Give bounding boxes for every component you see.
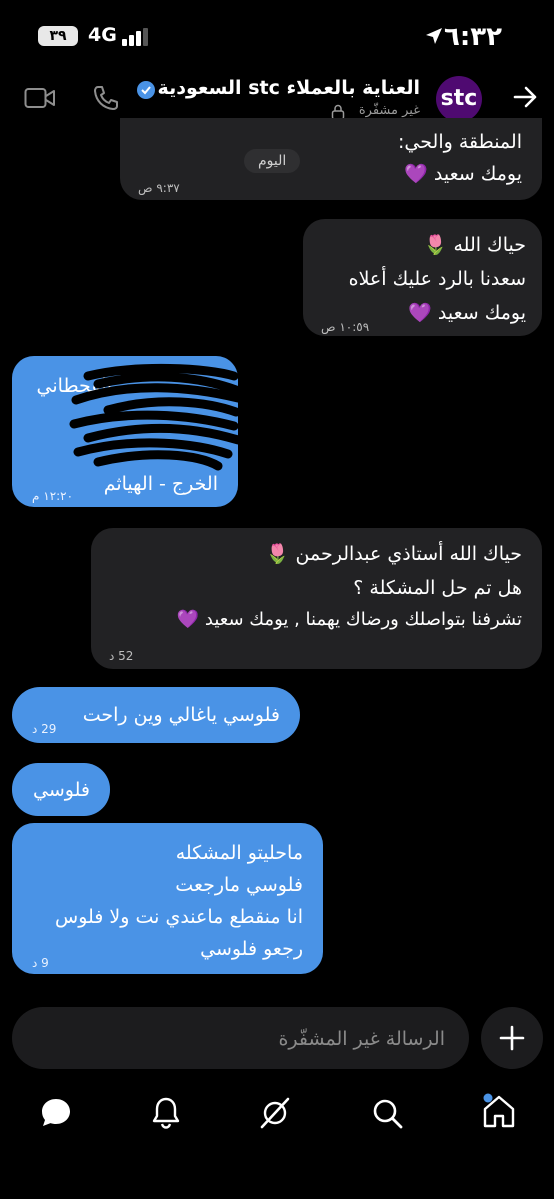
network-type: 4G [88, 24, 117, 46]
message-incoming[interactable]: حياك الله 🌷 سعدنا بالرد عليك أعلاه يومك … [303, 219, 542, 336]
avatar[interactable]: stc [436, 76, 482, 122]
search-icon[interactable] [370, 1096, 404, 1130]
message-text: تشرفنا بتواصلك ورضاك يهمنا , يومك سعيد 💜 [176, 609, 522, 630]
message-text: حياك الله أستاذي عبدالرحمن 🌷 [265, 543, 522, 565]
message-incoming[interactable]: المنطقة والحي: يومك سعيد 💜 ٩:٣٧ ص [120, 118, 542, 200]
date-separator: اليوم [244, 149, 301, 173]
message-time: ١٠:٥٩ ص [321, 320, 370, 334]
attach-button[interactable] [481, 1007, 543, 1069]
message-composer[interactable] [12, 1007, 469, 1071]
phone-icon[interactable] [92, 84, 120, 112]
grok-icon[interactable] [258, 1096, 292, 1130]
message-incoming[interactable]: حياك الله أستاذي عبدالرحمن 🌷 هل تم حل ال… [91, 528, 542, 669]
message-outgoing[interactable]: القحطاني الخرج - الهياثم ١٢:٢٠ م [12, 356, 238, 507]
message-text: فلوسي [33, 779, 90, 801]
message-text: رجعو فلوسي [200, 938, 303, 960]
encryption-status: غير مشفّرة [358, 103, 420, 118]
messages-icon[interactable] [39, 1096, 73, 1130]
message-time: ١٢:٢٠ م [32, 489, 74, 503]
message-time: ٩:٣٧ ص [138, 181, 180, 195]
message-text: هل تم حل المشكلة ؟ [353, 577, 522, 599]
chat-title[interactable]: العناية بالعملاء stc السعودية [158, 77, 420, 99]
message-text: فلوسي ياغالي وين راحت [82, 704, 280, 726]
redaction-scribble [69, 363, 238, 471]
location-arrow-icon [426, 28, 442, 44]
message-outgoing[interactable]: فلوسي ياغالي وين راحت 29 د [12, 687, 300, 743]
message-text: حياك الله 🌷 [423, 234, 526, 256]
message-outgoing[interactable]: فلوسي [12, 763, 110, 816]
message-text: انا منقطع ماعندي نت ولا فلوس [55, 906, 303, 928]
message-time: 52 د [109, 649, 134, 663]
message-time: 29 د [32, 722, 57, 736]
back-arrow-icon[interactable] [512, 84, 538, 110]
message-outgoing[interactable]: ماحليتو المشكله فلوسي مارجعت انا منقطع م… [12, 823, 323, 974]
home-icon[interactable] [480, 1092, 518, 1130]
message-text: المنطقة والحي: [398, 131, 522, 153]
notifications-icon[interactable] [150, 1096, 182, 1130]
message-text: الخرج - الهياثم [103, 473, 218, 495]
message-time: 9 د [32, 956, 49, 970]
battery-indicator: ٣٩ [38, 26, 78, 46]
plus-icon [499, 1025, 525, 1051]
status-bar: ٣٩ 4G ٦:٣٢ [0, 0, 554, 72]
verified-icon [137, 81, 155, 99]
message-text: يومك سعيد 💜 [408, 302, 526, 324]
signal-icon [122, 28, 148, 46]
video-icon[interactable] [24, 86, 56, 110]
message-input[interactable] [43, 1007, 447, 1071]
message-text: سعدنا بالرد عليك أعلاه [348, 268, 526, 290]
clock: ٦:٣٢ [443, 22, 502, 52]
message-text: فلوسي مارجعت [175, 874, 303, 896]
message-text: ماحليتو المشكله [175, 842, 303, 864]
message-text: يومك سعيد 💜 [404, 163, 522, 185]
